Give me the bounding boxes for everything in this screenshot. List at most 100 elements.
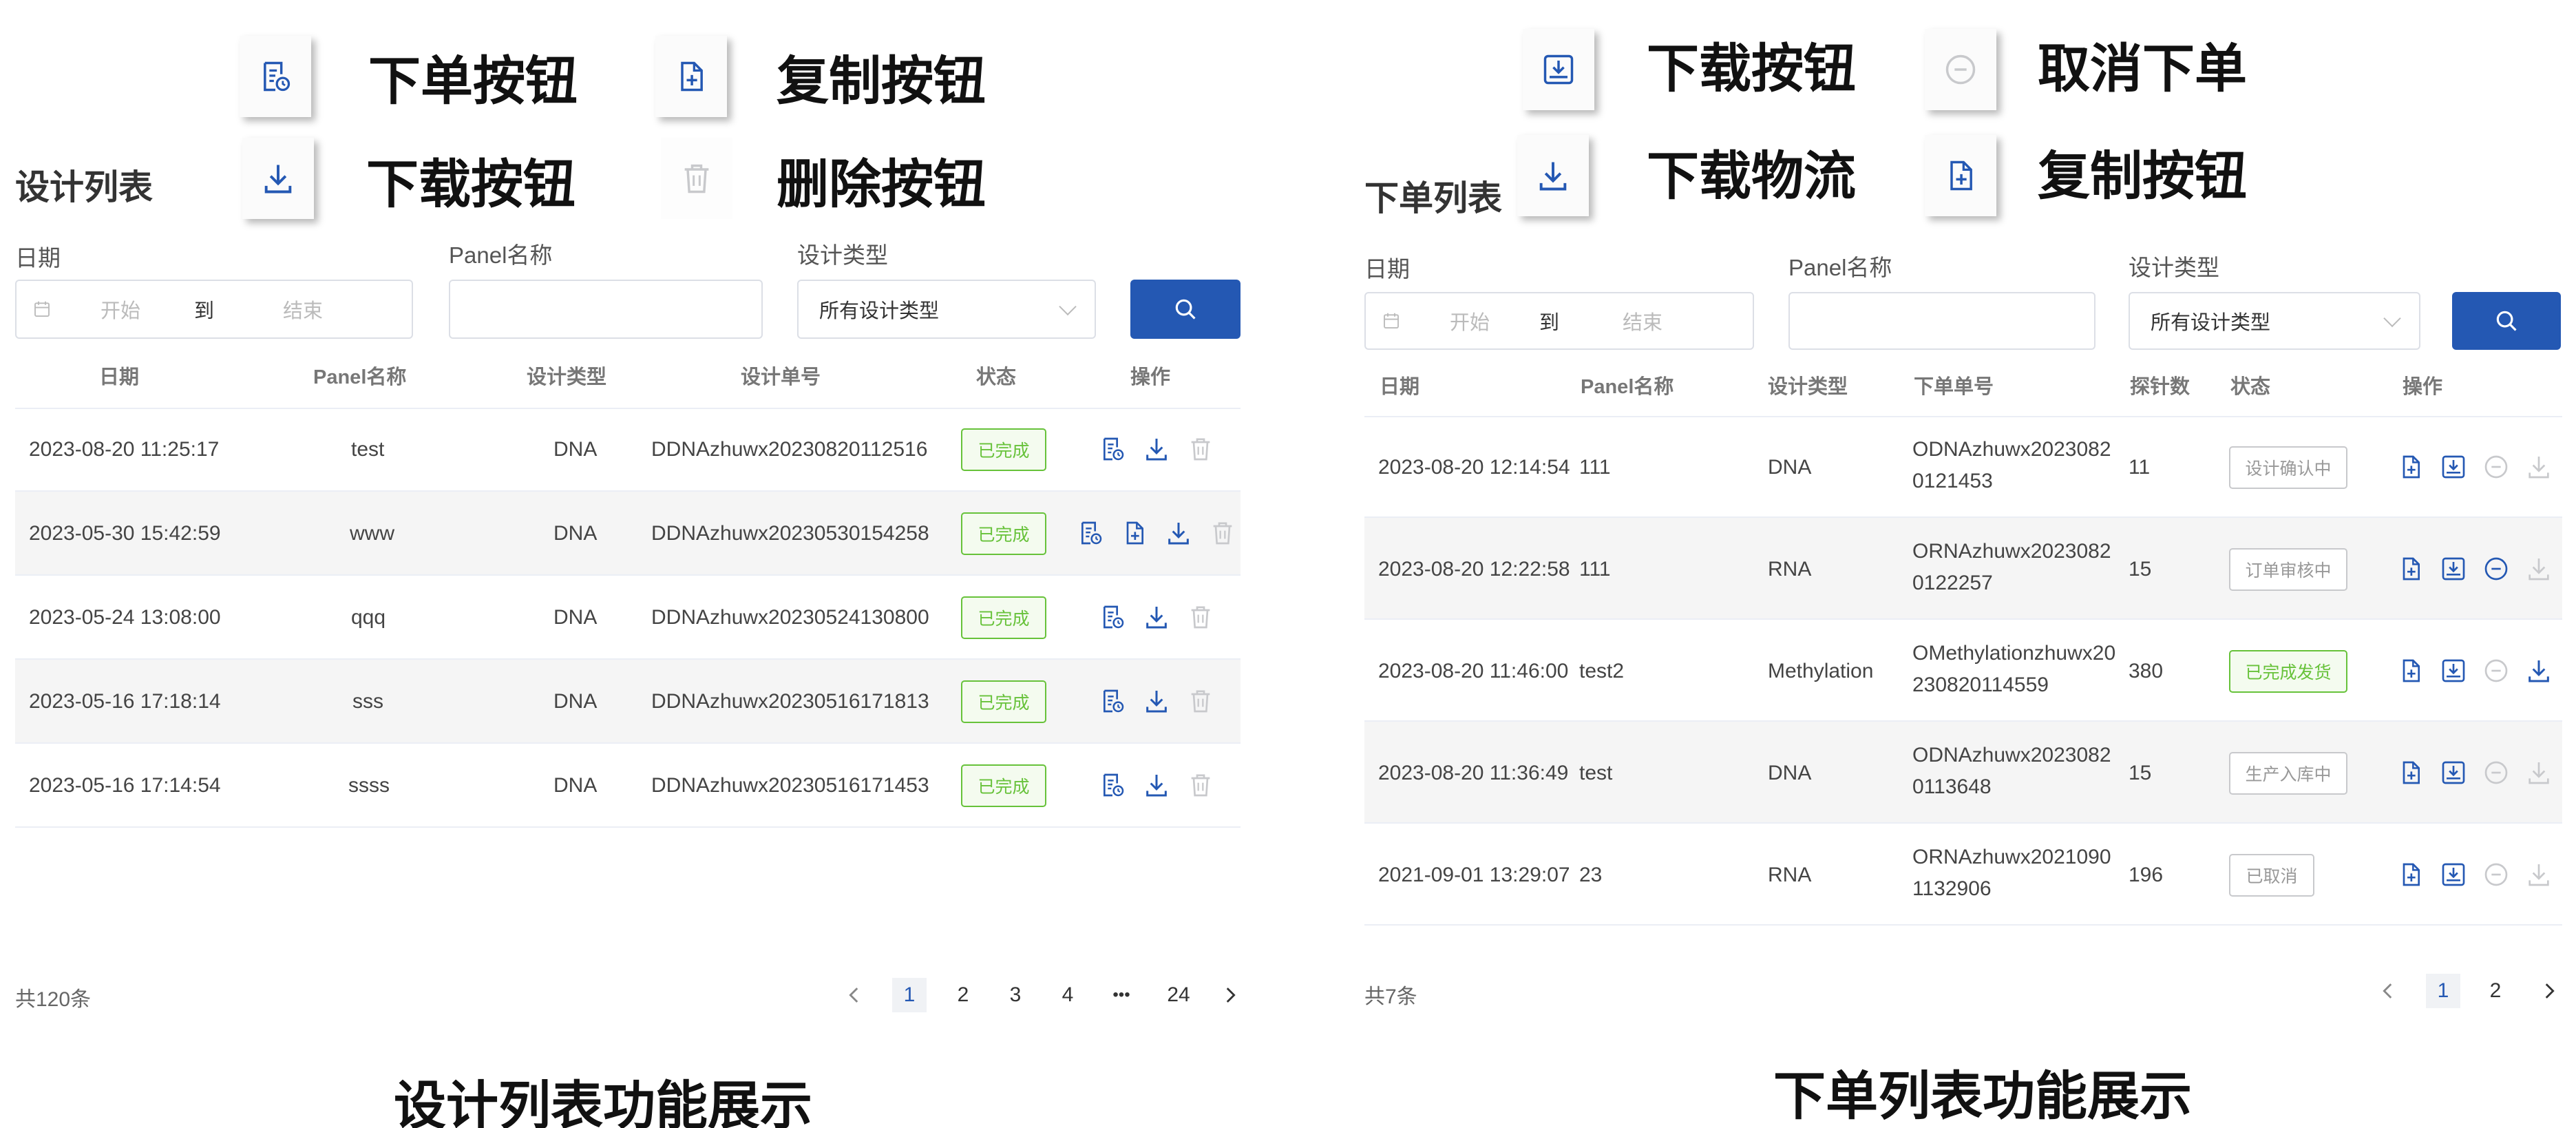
page-button[interactable]: 1	[2426, 974, 2460, 1008]
download-icon[interactable]	[1143, 435, 1170, 463]
design-type-select[interactable]: 所有设计类型	[797, 280, 1096, 339]
panel-filter-label: Panel名称	[449, 242, 553, 268]
row-date: 2023-05-16 17:14:54	[29, 774, 221, 797]
order-doc-icon[interactable]	[1099, 603, 1126, 631]
search-icon	[1172, 296, 1199, 322]
download-tray-icon[interactable]	[2440, 759, 2467, 786]
date-start-input[interactable]: 开始	[1450, 306, 1490, 335]
page-button[interactable]: 1	[892, 978, 927, 1012]
date-range-picker[interactable]: 开始 到 结束	[15, 280, 413, 339]
legend-label-copy: 复制按钮	[777, 50, 986, 112]
table-row[interactable]: 2023-05-16 17:18:14 sss DNA DDNAzhuwx202…	[15, 660, 1241, 744]
download-icon[interactable]	[1165, 519, 1192, 547]
search-button[interactable]	[1130, 280, 1241, 339]
row-type: DNA	[553, 606, 598, 629]
trash-icon[interactable]	[1187, 603, 1214, 631]
table-row[interactable]: 2023-08-20 11:36:49 test DNA ODNAzhuwx20…	[1364, 722, 2562, 824]
panel-name-input[interactable]	[449, 280, 763, 339]
table-row[interactable]: 2023-08-20 12:22:58 111 RNA ORNAzhuwx202…	[1364, 518, 2562, 620]
table-row[interactable]: 2023-08-20 11:25:17 test DNA DDNAzhuwx20…	[15, 408, 1241, 492]
page-ellipsis[interactable]: •••	[1104, 978, 1139, 1012]
row-number-line2: 230820114559	[1912, 673, 2049, 696]
download-icon[interactable]	[2525, 555, 2553, 583]
download-icon[interactable]	[2525, 657, 2553, 685]
row-number-line2: 0121453	[1912, 470, 1993, 492]
date-start-input[interactable]: 开始	[101, 295, 140, 324]
column-header-status: 状态	[2230, 376, 2271, 398]
cancel-circle-icon[interactable]	[2482, 453, 2510, 481]
trash-icon[interactable]	[1209, 519, 1236, 547]
row-panel: test	[351, 438, 385, 461]
row-panel: qqq	[351, 606, 386, 629]
column-header-date: 日期	[1380, 376, 1420, 398]
download-tray-icon[interactable]	[2440, 453, 2467, 481]
page-button[interactable]: 2	[946, 978, 980, 1012]
download-icon[interactable]	[2525, 453, 2553, 481]
copy-file-icon[interactable]	[2397, 657, 2425, 685]
download-icon[interactable]	[2525, 861, 2553, 888]
copy-file-icon[interactable]	[2397, 453, 2425, 481]
page-button[interactable]: 3	[998, 978, 1033, 1012]
order-doc-icon[interactable]	[1099, 435, 1126, 463]
row-date: 2023-08-20 12:14:54	[1378, 456, 1570, 479]
table-row[interactable]: 2021-09-01 13:29:07 23 RNA ORNAzhuwx2021…	[1364, 824, 2562, 926]
page-button[interactable]: 24	[1157, 978, 1201, 1012]
order-doc-icon[interactable]	[1099, 771, 1126, 799]
date-end-input[interactable]: 结束	[283, 295, 323, 324]
table-row[interactable]: 2023-08-20 12:14:54 111 DNA ODNAzhuwx202…	[1364, 416, 2562, 518]
download-icon[interactable]	[2525, 759, 2553, 786]
cancel-circle-icon[interactable]	[2482, 657, 2510, 685]
table-row[interactable]: 2023-05-16 17:14:54 ssss DNA DDNAzhuwx20…	[15, 744, 1241, 828]
date-end-input[interactable]: 结束	[1623, 306, 1662, 335]
column-header-type: 设计类型	[1768, 376, 1848, 398]
page-button[interactable]: 2	[2478, 974, 2513, 1008]
status-badge: 订单审核中	[2229, 548, 2347, 591]
next-page-icon[interactable]	[2537, 979, 2561, 1003]
design-type-select[interactable]: 所有设计类型	[2129, 292, 2420, 350]
table-row[interactable]: 2023-08-20 11:46:00 test2 Methylation OM…	[1364, 620, 2562, 722]
search-icon	[2493, 308, 2520, 334]
row-date: 2023-05-24 13:08:00	[29, 606, 221, 629]
page-button[interactable]: 4	[1051, 978, 1085, 1012]
trash-icon[interactable]	[1187, 687, 1214, 715]
download-icon[interactable]	[1143, 687, 1170, 715]
design-type-select-value: 所有设计类型	[2151, 312, 2271, 334]
download-icon[interactable]	[1143, 603, 1170, 631]
table-row[interactable]: 2023-05-24 13:08:00 qqq DNA DDNAzhuwx202…	[15, 576, 1241, 660]
copy-file-icon[interactable]	[2397, 861, 2425, 888]
page-title: 设计列表	[15, 167, 153, 207]
status-badge: 已完成	[961, 512, 1046, 555]
cancel-circle-icon[interactable]	[2482, 759, 2510, 786]
row-probes: 15	[2129, 762, 2152, 784]
trash-icon[interactable]	[1187, 435, 1214, 463]
copy-file-icon[interactable]	[2397, 555, 2425, 583]
search-button[interactable]	[2452, 292, 2561, 350]
row-number: DDNAzhuwx20230516171453	[651, 774, 929, 797]
next-page-icon[interactable]	[1218, 983, 1242, 1007]
calendar-icon	[32, 299, 52, 320]
order-doc-icon[interactable]	[1077, 519, 1104, 547]
row-type: DNA	[1768, 456, 1812, 479]
trash-icon[interactable]	[1187, 771, 1214, 799]
download-tray-icon[interactable]	[2440, 555, 2467, 583]
table-row[interactable]: 2023-05-30 15:42:59 www DNA DDNAzhuwx202…	[15, 492, 1241, 576]
chevron-down-icon	[1059, 297, 1077, 316]
download-icon[interactable]	[1143, 771, 1170, 799]
copy-file-icon[interactable]	[1121, 519, 1148, 547]
download-tray-icon[interactable]	[2440, 657, 2467, 685]
column-header-actions: 操作	[1130, 366, 1171, 388]
column-header-number: 设计单号	[741, 366, 821, 388]
copy-file-icon[interactable]	[2397, 759, 2425, 786]
date-range-picker[interactable]: 开始 到 结束	[1364, 292, 1754, 350]
cancel-circle-icon[interactable]	[2482, 861, 2510, 888]
column-header-status: 状态	[976, 366, 1017, 388]
legend-label-delete: 删除按钮	[777, 154, 986, 215]
cancel-circle-icon[interactable]	[2482, 555, 2510, 583]
prev-page-icon[interactable]	[843, 983, 866, 1007]
row-date: 2021-09-01 13:29:07	[1378, 864, 1570, 886]
download-tray-icon[interactable]	[2440, 861, 2467, 888]
prev-page-icon[interactable]	[2376, 979, 2400, 1003]
panel-name-input[interactable]	[1788, 292, 2095, 350]
legend-label-logistics: 下载物流	[1647, 145, 1856, 207]
order-doc-icon[interactable]	[1099, 687, 1126, 715]
